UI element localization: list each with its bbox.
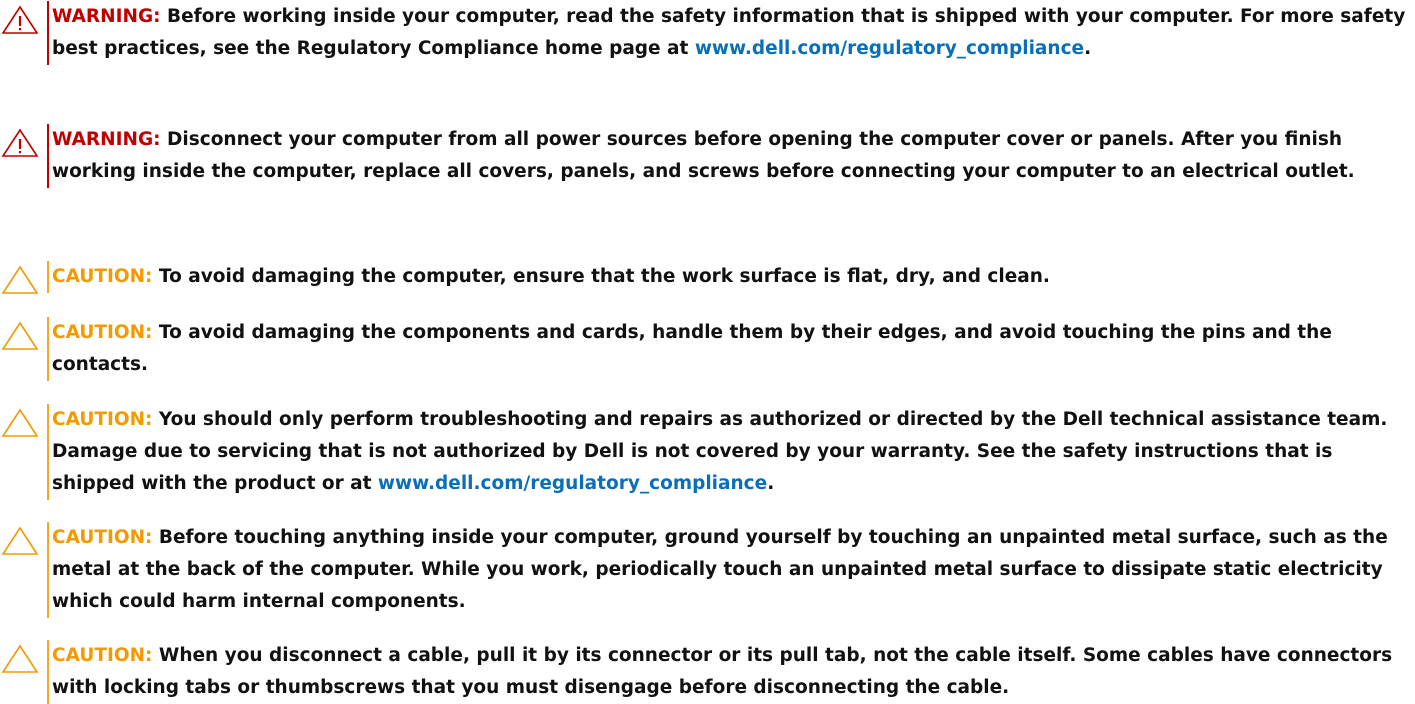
notice-text-after: . [1084,38,1092,59]
caution-label: CAUTION: [52,527,153,548]
notice-body: WARNING: Before working inside your comp… [47,1,1413,65]
caution-label: CAUTION: [52,409,153,430]
notice-text: CAUTION: When you disconnect a cable, pu… [52,640,1413,704]
notice-text-after: . [767,473,775,494]
warning-triangle-icon [1,5,39,34]
notice-text-before: Before touching anything inside your com… [52,527,1388,612]
caution-label: CAUTION: [52,645,153,666]
notice-text: CAUTION: You should only perform trouble… [52,404,1413,500]
caution-triangle-icon [1,526,39,555]
regulatory-compliance-link[interactable]: www.dell.com/regulatory_compliance [378,473,767,494]
notice-body: WARNING: Disconnect your computer from a… [47,124,1413,188]
notice-text-before: When you disconnect a cable, pull it by … [52,645,1393,698]
warning-label: WARNING: [52,129,161,150]
caution-triangle-icon [1,265,39,294]
warning-label: WARNING: [52,6,161,27]
notice-body: CAUTION: When you disconnect a cable, pu… [47,640,1413,704]
notice-text: WARNING: Disconnect your computer from a… [52,124,1413,188]
notice-text-before: Disconnect your computer from all power … [52,129,1355,182]
notice-text: CAUTION: To avoid damaging the computer,… [52,261,1413,293]
notice-body: CAUTION: You should only perform trouble… [47,404,1413,500]
caution-label: CAUTION: [52,322,153,343]
notice-text-before: To avoid damaging the components and car… [52,322,1332,375]
caution-triangle-icon [1,321,39,350]
notice-text-before: To avoid damaging the computer, ensure t… [152,266,1050,287]
warning-triangle-icon [1,128,39,157]
caution-triangle-icon [1,408,39,437]
notice-text: WARNING: Before working inside your comp… [52,1,1413,65]
notice-body: CAUTION: To avoid damaging the computer,… [47,261,1413,293]
notice-text: CAUTION: To avoid damaging the component… [52,317,1413,381]
caution-label: CAUTION: [52,266,153,287]
notice-body: CAUTION: To avoid damaging the component… [47,317,1413,381]
regulatory-compliance-link[interactable]: www.dell.com/regulatory_compliance [695,38,1084,59]
notice-body: CAUTION: Before touching anything inside… [47,522,1413,618]
notice-text: CAUTION: Before touching anything inside… [52,522,1413,618]
caution-triangle-icon [1,644,39,673]
